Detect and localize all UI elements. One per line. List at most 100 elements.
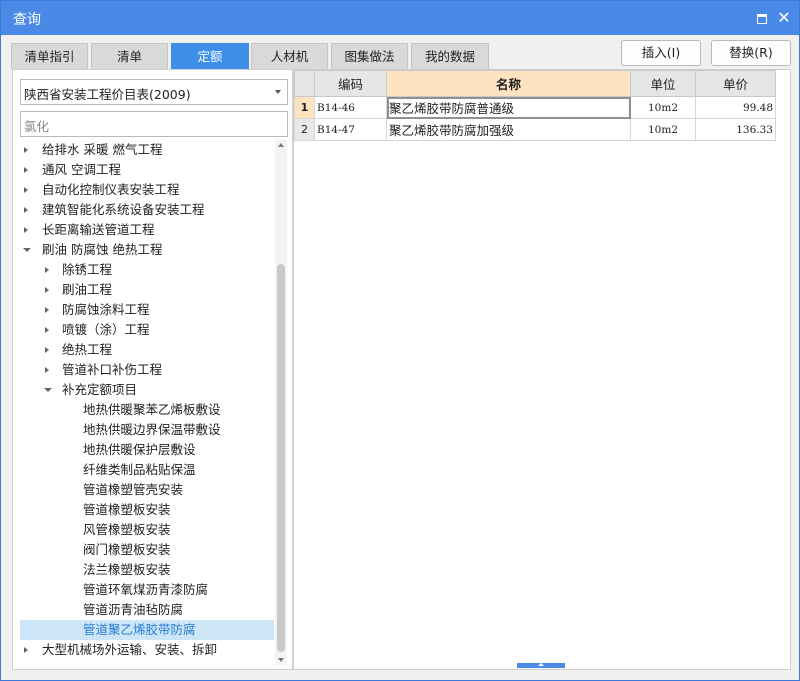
tree-node-label: 大型机械场外运输、安装、拆卸 (42, 642, 218, 657)
results-table: 编码 名称 单位 单价 1 B14-46 聚乙烯胶带防腐普通级 10m2 99.… (294, 70, 776, 141)
tree-scrollbar[interactable] (275, 140, 287, 665)
tree-node[interactable]: 喷镀（涂）工程 (20, 320, 274, 340)
tree-node-label: 地热供暖边界保温带敷设 (83, 422, 221, 437)
tree-node[interactable]: 绝热工程 (20, 340, 274, 360)
expand-arrow-icon[interactable] (24, 207, 28, 213)
tab-quota[interactable]: 定额 (171, 43, 249, 69)
tree-node-label: 刷油 防腐蚀 绝热工程 (42, 242, 163, 257)
row-number[interactable]: 1 (294, 96, 315, 119)
tree-node-label: 喷镀（涂）工程 (62, 322, 150, 337)
scroll-down-icon[interactable] (278, 658, 284, 662)
tree-leaf[interactable]: 管道环氧煤沥青漆防腐 (20, 580, 274, 600)
expand-arrow-icon[interactable] (45, 307, 49, 313)
expand-arrow-icon[interactable] (45, 347, 49, 353)
expand-arrow-icon[interactable] (45, 287, 49, 293)
expand-arrow-icon[interactable] (45, 267, 49, 273)
tree-leaf[interactable]: 管道沥青油毡防腐 (20, 600, 274, 620)
expand-arrow-icon[interactable] (24, 187, 28, 193)
tree-node[interactable]: 刷油 防腐蚀 绝热工程 (20, 240, 274, 260)
row-number-header[interactable] (294, 70, 315, 97)
cell-price[interactable]: 99.48 (695, 96, 776, 119)
tree-leaf-selected[interactable]: 管道聚乙烯胶带防腐 (20, 620, 274, 640)
insert-button[interactable]: 插入(I) (621, 40, 701, 66)
tab-my-data[interactable]: 我的数据 (411, 43, 489, 69)
tree-node[interactable]: 管道补口补伤工程 (20, 360, 274, 380)
collapse-arrow-icon[interactable] (23, 248, 31, 252)
expand-arrow-icon[interactable] (24, 647, 28, 653)
tree-leaf[interactable]: 地热供暖聚苯乙烯板敷设 (20, 400, 274, 420)
tree-node-label: 地热供暖聚苯乙烯板敷设 (83, 402, 221, 417)
expand-arrow-icon[interactable] (24, 227, 28, 233)
tree-node[interactable]: 防腐蚀涂料工程 (20, 300, 274, 320)
tree-node[interactable]: 大型机械场外运输、安装、拆卸 (20, 640, 274, 660)
tree-node-label: 风管橡塑板安装 (83, 522, 171, 537)
tree-leaf[interactable]: 风管橡塑板安装 (20, 520, 274, 540)
tree-node[interactable]: 除锈工程 (20, 260, 274, 280)
row-number[interactable]: 2 (294, 118, 315, 141)
tree-leaf[interactable]: 管道橡塑板安装 (20, 500, 274, 520)
tree-leaf[interactable]: 地热供暖边界保温带敷设 (20, 420, 274, 440)
tab-bill[interactable]: 清单 (91, 43, 168, 69)
tab-atlas-method[interactable]: 图集做法 (331, 43, 408, 69)
tree-leaf[interactable]: 阀门橡塑板安装 (20, 540, 274, 560)
column-header-code[interactable]: 编码 (314, 70, 387, 97)
cell-unit[interactable]: 10m2 (630, 96, 696, 119)
tree-leaf[interactable]: 管道橡塑管壳安装 (20, 480, 274, 500)
close-button[interactable]: ✕ (775, 9, 793, 27)
cell-price[interactable]: 136.33 (695, 118, 776, 141)
tree-node-label: 绝热工程 (62, 342, 113, 357)
quota-tree: 给排水 采暖 燃气工程 通风 空调工程 自动化控制仪表安装工程 建筑智能化系统设… (20, 140, 275, 665)
column-header-unit[interactable]: 单位 (630, 70, 696, 97)
tree-node-label: 通风 空调工程 (42, 162, 121, 177)
cell-name[interactable]: 聚乙烯胶带防腐普通级 (386, 96, 631, 119)
expand-arrow-icon[interactable] (24, 167, 28, 173)
scroll-up-icon[interactable] (278, 143, 284, 147)
library-select[interactable]: 陕西省安装工程价目表(2009) (20, 79, 288, 105)
tree-node[interactable]: 建筑智能化系统设备安装工程 (20, 200, 274, 220)
tree-node-label: 刷油工程 (62, 282, 113, 297)
tree-leaf[interactable]: 地热供暖保护层敷设 (20, 440, 274, 460)
tree-node[interactable]: 长距离输送管道工程 (20, 220, 274, 240)
cell-code[interactable]: B14-46 (314, 96, 387, 119)
cell-name[interactable]: 聚乙烯胶带防腐加强级 (386, 118, 631, 141)
tree-leaf[interactable]: 法兰橡塑板安装 (20, 560, 274, 580)
tree-node[interactable]: 自动化控制仪表安装工程 (20, 180, 274, 200)
panel-splitter-handle[interactable] (517, 663, 565, 668)
tab-bill-guide[interactable]: 清单指引 (11, 43, 88, 69)
tree-leaf[interactable]: 纤维类制品粘贴保温 (20, 460, 274, 480)
column-header-name[interactable]: 名称 (386, 70, 631, 97)
chevron-down-icon (275, 90, 281, 94)
scroll-thumb[interactable] (277, 264, 285, 652)
tree-node-label: 长距离输送管道工程 (42, 222, 155, 237)
table-header-row: 编码 名称 单位 单价 (294, 70, 776, 97)
cell-unit[interactable]: 10m2 (630, 118, 696, 141)
collapse-arrow-icon[interactable] (44, 388, 52, 392)
table-row[interactable]: 2 B14-47 聚乙烯胶带防腐加强级 10m2 136.33 (294, 118, 776, 141)
tab-labor-material[interactable]: 人材机 (251, 43, 328, 69)
maximize-button[interactable] (753, 9, 771, 27)
tree-node-label: 管道橡塑管壳安装 (83, 482, 184, 497)
table-row[interactable]: 1 B14-46 聚乙烯胶带防腐普通级 10m2 99.48 (294, 96, 776, 119)
quota-tree-panel: 陕西省安装工程价目表(2009) 氯化 给排水 采暖 燃气工程 通风 空调工程 … (12, 69, 293, 670)
tree-node[interactable]: 补充定额项目 (20, 380, 274, 400)
dialog-title: 查询 (13, 12, 41, 28)
column-header-price[interactable]: 单价 (695, 70, 776, 97)
tree-node[interactable]: 刷油工程 (20, 280, 274, 300)
query-dialog: 查询 ✕ 清单指引 清单 定额 人材机 图集做法 我的数据 插入(I) 替换(R… (0, 0, 800, 681)
expand-arrow-icon[interactable] (45, 327, 49, 333)
tree-node-label: 管道橡塑板安装 (83, 502, 171, 517)
search-input-value: 氯化 (24, 119, 50, 134)
cell-code[interactable]: B14-47 (314, 118, 387, 141)
tree-node[interactable]: 给排水 采暖 燃气工程 (20, 140, 274, 160)
tree-node-label: 管道沥青油毡防腐 (83, 602, 184, 617)
tree-node-label: 补充定额项目 (62, 382, 138, 397)
expand-arrow-icon[interactable] (24, 147, 28, 153)
expand-arrow-icon[interactable] (45, 367, 49, 373)
search-input[interactable]: 氯化 (20, 111, 288, 137)
tree-node[interactable]: 通风 空调工程 (20, 160, 274, 180)
replace-button[interactable]: 替换(R) (711, 40, 791, 66)
tree-node-label: 自动化控制仪表安装工程 (42, 182, 180, 197)
tree-node-label: 给排水 采暖 燃气工程 (42, 142, 163, 157)
title-bar[interactable]: 查询 ✕ (1, 1, 799, 35)
tree-node-label: 管道聚乙烯胶带防腐 (83, 622, 196, 637)
